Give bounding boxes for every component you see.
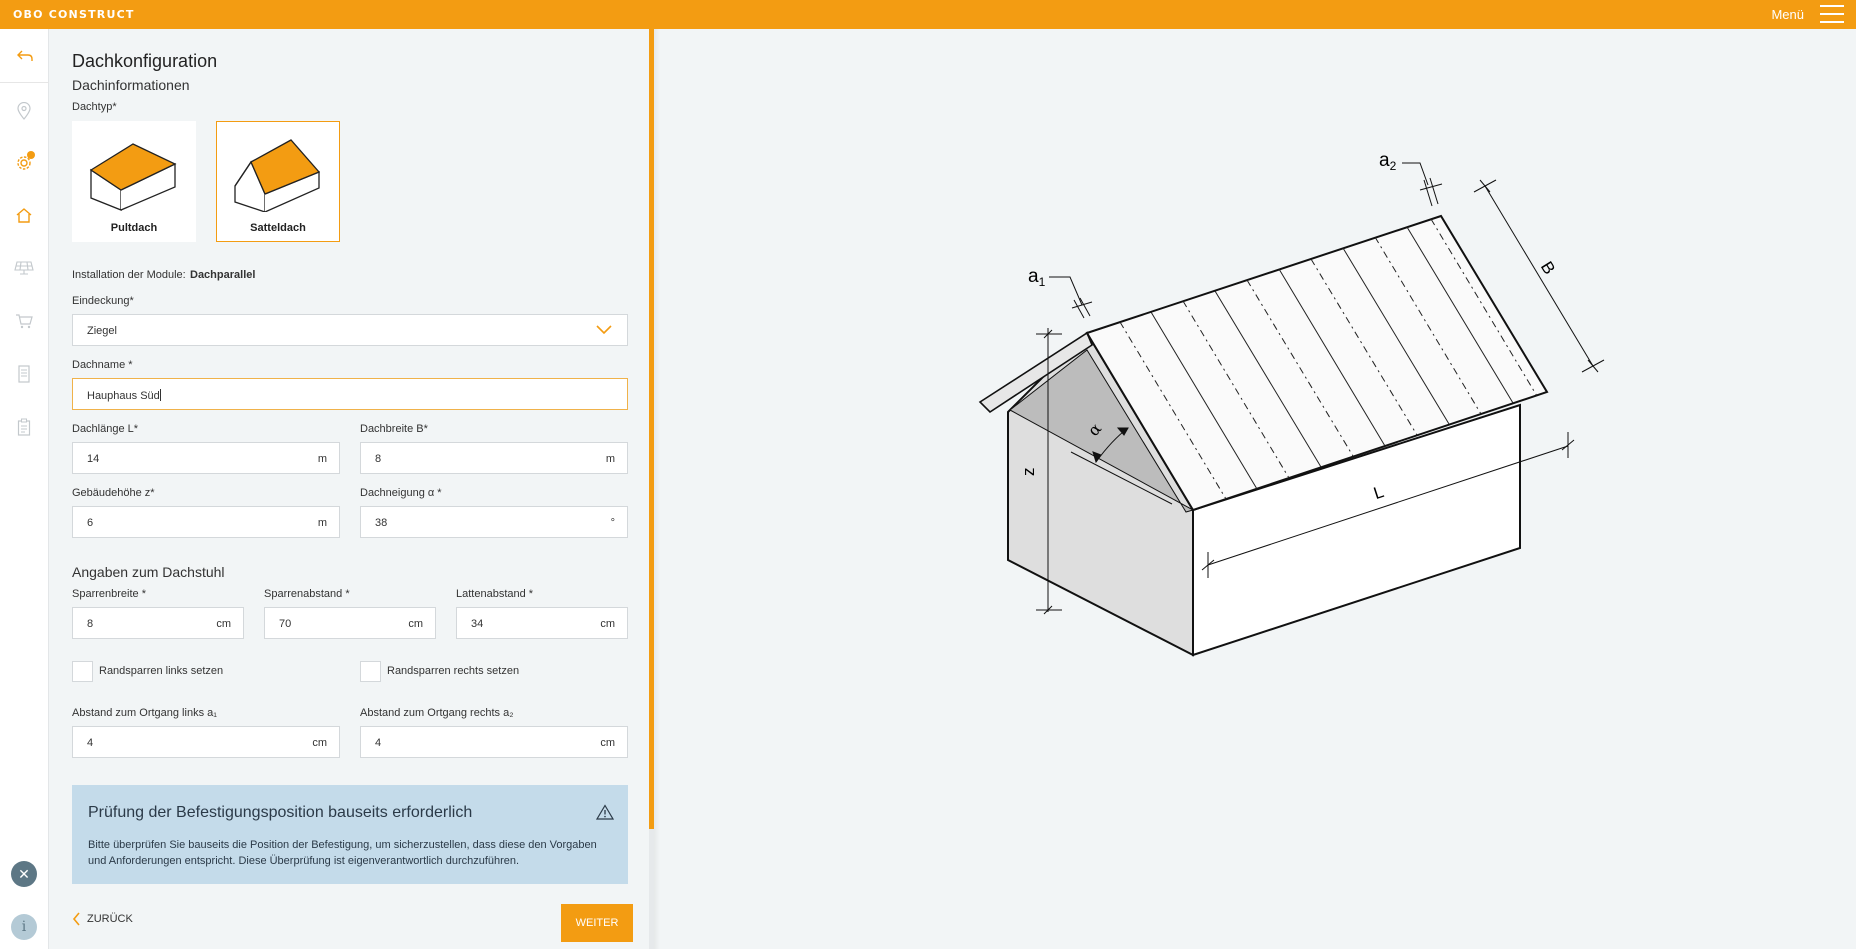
- randsparren-links-checkbox[interactable]: [72, 661, 93, 682]
- chevron-down-icon: [595, 323, 613, 341]
- ortgang-links-unit: cm: [312, 737, 327, 749]
- dachneigung-unit: °: [610, 517, 615, 529]
- chevron-left-icon: [72, 912, 80, 926]
- roof-type-label: Dachtyp*: [72, 101, 117, 113]
- mono-pitch-roof-icon: [89, 143, 177, 211]
- ortgang-rechts-unit: cm: [600, 737, 615, 749]
- randsparren-rechts-checkbox[interactable]: [360, 661, 381, 682]
- panel-shadow: [654, 29, 660, 949]
- roof-type-pultdach[interactable]: Pultdach: [72, 121, 196, 242]
- lattenabstand-value: 34: [471, 618, 484, 630]
- eindeckung-select[interactable]: Ziegel: [72, 314, 628, 346]
- gable-roof-icon: [234, 139, 321, 212]
- a2-dimension: [1402, 162, 1443, 207]
- next-button[interactable]: WEITER: [561, 904, 633, 942]
- dachlaenge-value: 14: [87, 453, 100, 465]
- dachname-value: Hauphaus Süd: [87, 390, 160, 402]
- sparrenbreite-value: 8: [87, 618, 94, 630]
- dachlaenge-label: Dachlänge L*: [72, 423, 139, 435]
- sparrenbreite-unit: cm: [216, 618, 231, 630]
- sparrenbreite-input[interactable]: 8 cm: [72, 607, 244, 639]
- roof-type-label-satteldach: Satteldach: [250, 222, 306, 234]
- ortgang-links-input[interactable]: 4 cm: [72, 726, 340, 758]
- dachneigung-input[interactable]: 38 °: [360, 506, 628, 538]
- ortgang-rechts-input[interactable]: 4 cm: [360, 726, 628, 758]
- app-logo[interactable]: OBO CONSTRUCT: [13, 8, 135, 21]
- alert-title: Prüfung der Befestigungsposition bauseit…: [88, 804, 473, 821]
- lattenabstand-unit: cm: [600, 618, 615, 630]
- sparrenabstand-unit: cm: [408, 618, 423, 630]
- alert-text: Bitte überprüfen Sie bauseits die Positi…: [88, 839, 597, 867]
- document-icon[interactable]: [12, 362, 36, 386]
- solar-panel-icon[interactable]: [12, 256, 36, 280]
- ortgang-links-label: Abstand zum Ortgang links a₁: [72, 707, 217, 719]
- warning-triangle-icon: [595, 804, 615, 825]
- back-arrow-icon[interactable]: [0, 29, 49, 83]
- status-badge: [27, 151, 35, 159]
- back-button[interactable]: ZURÜCK: [72, 912, 133, 926]
- eindeckung-label: Eindeckung*: [72, 295, 134, 307]
- eindeckung-value: Ziegel: [87, 325, 117, 337]
- ortgang-links-value: 4: [87, 737, 94, 749]
- sparrenabstand-input[interactable]: 70 cm: [264, 607, 436, 639]
- b-label: B: [1537, 258, 1559, 278]
- clipboard-icon[interactable]: [12, 415, 36, 439]
- randsparren-links-label[interactable]: Randsparren links setzen: [99, 665, 223, 677]
- close-icon[interactable]: ✕: [11, 861, 37, 887]
- dachbreite-unit: m: [605, 453, 615, 465]
- page-subtitle: Dachinformationen: [72, 77, 190, 93]
- sparrenabstand-value: 70: [279, 618, 292, 630]
- a1-dimension: [1049, 276, 1093, 319]
- roof-diagram: z L B a1 a2 α: [978, 150, 1605, 657]
- ortgang-rechts-value: 4: [375, 737, 382, 749]
- left-nav-rail: ✕ i: [0, 29, 49, 949]
- dachneigung-label: Dachneigung α *: [360, 487, 442, 499]
- sparrenbreite-label: Sparrenbreite *: [72, 588, 146, 600]
- sparrenabstand-label: Sparrenabstand *: [264, 588, 350, 600]
- dachname-input[interactable]: Hauphaus Süd: [72, 378, 628, 410]
- info-icon[interactable]: i: [11, 914, 37, 940]
- a2-label: a2: [1379, 150, 1397, 173]
- roof-type-label-pultdach: Pultdach: [110, 222, 158, 234]
- installation-value: Dachparallel: [190, 269, 256, 281]
- ortgang-rechts-label: Abstand zum Ortgang rechts a₂: [360, 707, 514, 719]
- menu-label[interactable]: Menü: [1771, 7, 1804, 22]
- dachbreite-value: 8: [375, 453, 382, 465]
- z-label: z: [1019, 468, 1038, 477]
- gebaeudehoehe-label: Gebäudehöhe z*: [72, 487, 155, 499]
- lattenabstand-input[interactable]: 34 cm: [456, 607, 628, 639]
- cart-icon[interactable]: [12, 309, 36, 333]
- gebaeudehoehe-input[interactable]: 6 m: [72, 506, 340, 538]
- hamburger-menu-icon[interactable]: [1820, 5, 1844, 23]
- text-cursor: [159, 389, 161, 401]
- dachlaenge-input[interactable]: 14 m: [72, 442, 340, 474]
- house-icon[interactable]: [12, 203, 36, 227]
- settings-gear-icon[interactable]: [12, 150, 36, 174]
- location-pin-icon[interactable]: [12, 99, 36, 123]
- lattenabstand-label: Lattenabstand *: [456, 588, 534, 600]
- dachname-label: Dachname *: [72, 359, 133, 371]
- warning-alert: Prüfung der Befestigungsposition bauseit…: [72, 785, 628, 884]
- dachlaenge-unit: m: [317, 453, 327, 465]
- dachneigung-value: 38: [375, 517, 388, 529]
- dachstuhl-section-title: Angaben zum Dachstuhl: [72, 564, 225, 580]
- a1-label: a1: [1028, 266, 1046, 289]
- dachbreite-label: Dachbreite B*: [360, 423, 428, 435]
- installation-label: Installation der Module:: [72, 269, 186, 281]
- gebaeudehoehe-unit: m: [317, 517, 327, 529]
- top-bar: OBO CONSTRUCT Menü: [0, 0, 1856, 29]
- randsparren-rechts-label[interactable]: Randsparren rechts setzen: [387, 665, 519, 677]
- dachbreite-input[interactable]: 8 m: [360, 442, 628, 474]
- gebaeudehoehe-value: 6: [87, 517, 94, 529]
- roof-type-satteldach[interactable]: Satteldach: [216, 121, 340, 242]
- page-title: Dachkonfiguration: [72, 51, 218, 71]
- back-button-label: ZURÜCK: [87, 913, 133, 925]
